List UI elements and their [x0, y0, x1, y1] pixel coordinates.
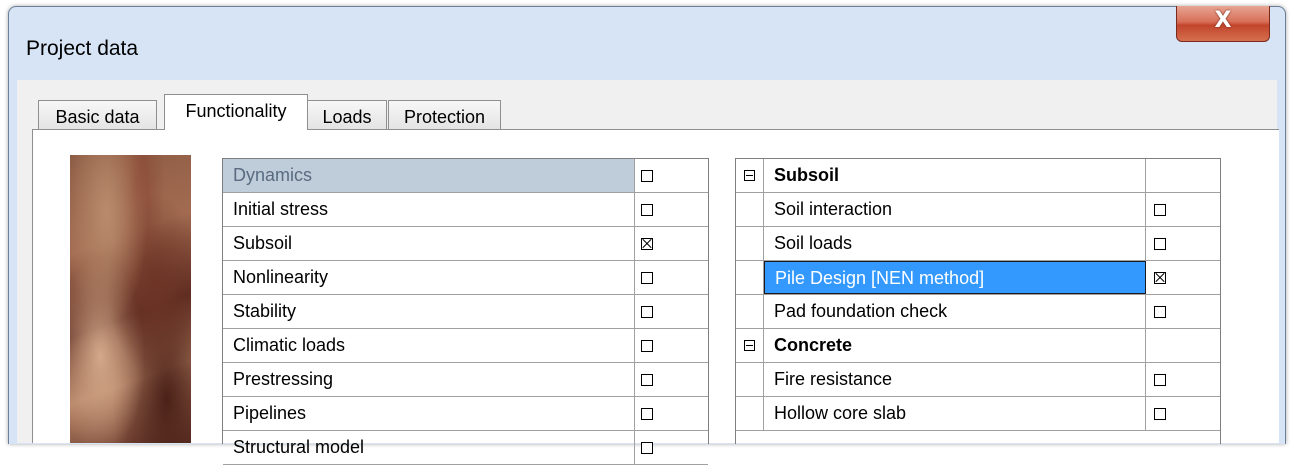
group-label: Concrete	[764, 329, 1146, 362]
list-item-label: Subsoil	[223, 227, 635, 260]
decorative-side-image	[70, 155, 191, 443]
list-item[interactable]: Nonlinearity	[223, 261, 708, 295]
checkbox[interactable]	[641, 407, 653, 420]
collapse-toggle[interactable]	[736, 329, 764, 362]
tree-indent	[736, 227, 764, 260]
minus-icon	[744, 340, 755, 351]
subsoil-concrete-tree: Subsoil Soil interaction Soil loads Pile…	[735, 158, 1221, 444]
tree-item-label: Fire resistance	[764, 363, 1146, 396]
list-item[interactable]: Initial stress	[223, 193, 708, 227]
close-button[interactable]: X	[1176, 6, 1270, 42]
tree-item-label: Pile Design [NEN method]	[764, 261, 1146, 294]
tree-indent	[736, 193, 764, 226]
checkbox[interactable]	[1154, 373, 1166, 386]
tree-indent	[736, 397, 764, 430]
tree-item[interactable]: Pad foundation check	[736, 295, 1220, 329]
tree-indent	[736, 261, 764, 294]
tree-item[interactable]: Soil interaction	[736, 193, 1220, 227]
checkbox[interactable]	[641, 441, 653, 454]
tree-item-label: Soil interaction	[764, 193, 1146, 226]
list-item[interactable]: Dynamics	[223, 159, 708, 193]
tab-basic-data[interactable]: Basic data	[38, 100, 157, 130]
checkbox[interactable]	[641, 305, 653, 318]
list-item[interactable]: Pipelines	[223, 397, 708, 431]
checkbox[interactable]	[1154, 237, 1166, 250]
list-item-label: Initial stress	[223, 193, 635, 226]
tab-label: Functionality	[185, 101, 287, 121]
checkbox[interactable]	[641, 339, 653, 352]
collapse-toggle[interactable]	[736, 159, 764, 192]
list-item[interactable]: Climatic loads	[223, 329, 708, 363]
tree-item[interactable]: Pile Design [NEN method]	[736, 261, 1220, 295]
minus-icon	[744, 170, 755, 181]
tab-protection[interactable]: Protection	[388, 100, 501, 130]
list-item[interactable]: Structural model	[223, 431, 708, 465]
checkbox[interactable]	[641, 237, 653, 250]
list-item-label: Nonlinearity	[223, 261, 635, 294]
checkbox[interactable]	[641, 373, 653, 386]
list-item[interactable]: Stability	[223, 295, 708, 329]
tree-indent	[736, 295, 764, 328]
tree-empty-row	[736, 431, 1220, 464]
checkbox[interactable]	[1154, 203, 1166, 216]
checkbox[interactable]	[641, 203, 653, 216]
checkbox[interactable]	[1154, 407, 1166, 420]
tree-item-label: Pad foundation check	[764, 295, 1146, 328]
close-icon: X	[1214, 8, 1232, 33]
list-item-label: Structural model	[223, 431, 635, 464]
list-item-label: Dynamics	[223, 159, 635, 192]
tree-item-label: Soil loads	[764, 227, 1146, 260]
list-item[interactable]: Subsoil	[223, 227, 708, 261]
tree-group-row[interactable]: Concrete	[736, 329, 1220, 363]
list-item[interactable]: Prestressing	[223, 363, 708, 397]
list-item-label: Stability	[223, 295, 635, 328]
tab-functionality[interactable]: Functionality	[164, 94, 308, 130]
checkbox[interactable]	[1154, 305, 1166, 318]
tab-label: Loads	[322, 107, 372, 127]
group-label: Subsoil	[764, 159, 1146, 192]
checkbox[interactable]	[1154, 271, 1166, 284]
tree-indent	[736, 363, 764, 396]
functionality-list: Dynamics Initial stress Subsoil Nonlinea…	[222, 158, 709, 465]
tab-label: Protection	[403, 107, 486, 127]
tree-item[interactable]: Fire resistance	[736, 363, 1220, 397]
tree-group-row[interactable]: Subsoil	[736, 159, 1220, 193]
tab-loads[interactable]: Loads	[307, 100, 387, 130]
tab-label: Basic data	[55, 107, 140, 127]
checkbox[interactable]	[641, 271, 653, 284]
checkbox[interactable]	[641, 169, 653, 182]
tree-item[interactable]: Hollow core slab	[736, 397, 1220, 431]
tree-item[interactable]: Soil loads	[736, 227, 1220, 261]
list-item-label: Pipelines	[223, 397, 635, 430]
tree-item-label: Hollow core slab	[764, 397, 1146, 430]
window-title: Project data	[26, 37, 139, 60]
list-item-label: Prestressing	[223, 363, 635, 396]
list-item-label: Climatic loads	[223, 329, 635, 362]
